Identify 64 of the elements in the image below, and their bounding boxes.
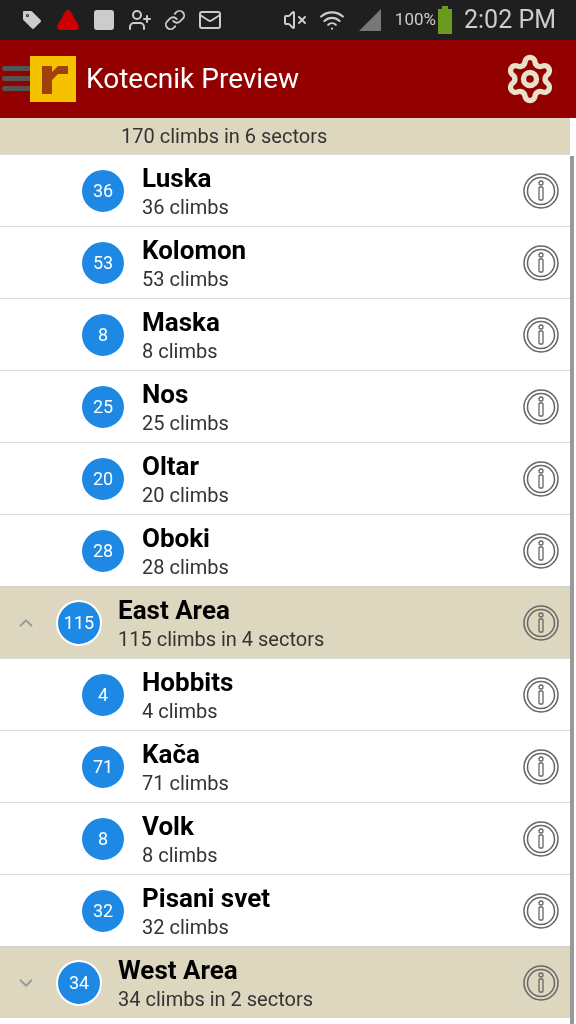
count-badge: 20 [80,455,126,502]
sector-name: Oboki [142,521,210,554]
sector-name: Hobbits [142,665,234,698]
sector-summary: 4 climbs [142,697,218,724]
area-summary: 115 climbs in 4 sectors [118,625,325,652]
app-logo[interactable] [30,56,76,102]
info-icon[interactable] [522,315,560,354]
link-icon [164,9,186,31]
tag-icon [20,8,44,32]
info-icon[interactable] [522,963,560,1002]
count-badge: 4 [80,671,126,718]
count-badge: 115 [56,599,102,646]
info-icon[interactable] [522,387,560,426]
sector-summary: 28 climbs [142,553,229,580]
sector-summary: 8 climbs [142,337,218,364]
sector-name: Luska [142,161,212,194]
user-plus-icon [128,8,152,32]
mail-icon [198,8,222,32]
count-badge: 53 [80,239,126,286]
area-summary: 34 climbs in 2 sectors [118,985,313,1012]
sector-name: Volk [142,809,194,842]
info-icon[interactable] [522,891,560,930]
app-title: Kotecnik Preview [86,61,301,97]
info-icon[interactable] [522,819,560,858]
sector-summary: 53 climbs [142,265,229,292]
area-header[interactable]: 170 climbs in 6 sectors [0,118,570,154]
count-badge: 32 [80,887,126,934]
battery-percent: 100% [394,8,436,32]
clock: 2:02 PM [464,4,556,37]
square-icon [92,8,116,32]
area-header[interactable]: 34 West Area 34 climbs in 2 sectors [0,946,570,1018]
area-name: East Area [118,593,230,626]
info-icon[interactable] [522,171,560,210]
info-icon[interactable] [522,747,560,786]
info-icon[interactable] [522,243,560,282]
count-badge: 34 [56,959,102,1006]
area-summary: 170 climbs in 6 sectors [121,123,329,149]
count-badge: 28 [80,527,126,574]
info-icon[interactable] [522,459,560,498]
sector-summary: 32 climbs [142,913,229,940]
battery-icon [438,6,452,34]
mute-icon [282,8,307,32]
sector-summary: 8 climbs [142,841,218,868]
warning-icon [56,8,80,32]
sector-name: Maska [142,305,220,338]
sector-summary: 36 climbs [142,193,229,220]
sector-summary: 71 climbs [142,769,229,796]
sector-summary: 20 climbs [142,481,229,508]
info-icon[interactable] [522,675,560,714]
sector-name: Kolomon [142,233,247,266]
info-icon[interactable] [522,603,560,642]
scrollbar[interactable] [570,156,574,1024]
count-badge: 8 [80,311,126,358]
count-badge: 25 [80,383,126,430]
sector-name: Kača [142,737,200,770]
count-badge: 36 [80,167,126,214]
sector-name: Pisani svet [142,881,271,914]
count-badge: 71 [80,743,126,790]
area-name: West Area [118,953,238,986]
sector-summary: 25 climbs [142,409,229,436]
sector-name: Oltar [142,449,200,482]
info-icon[interactable] [522,531,560,570]
count-badge: 8 [80,815,126,862]
sector-name: Nos [142,377,189,410]
